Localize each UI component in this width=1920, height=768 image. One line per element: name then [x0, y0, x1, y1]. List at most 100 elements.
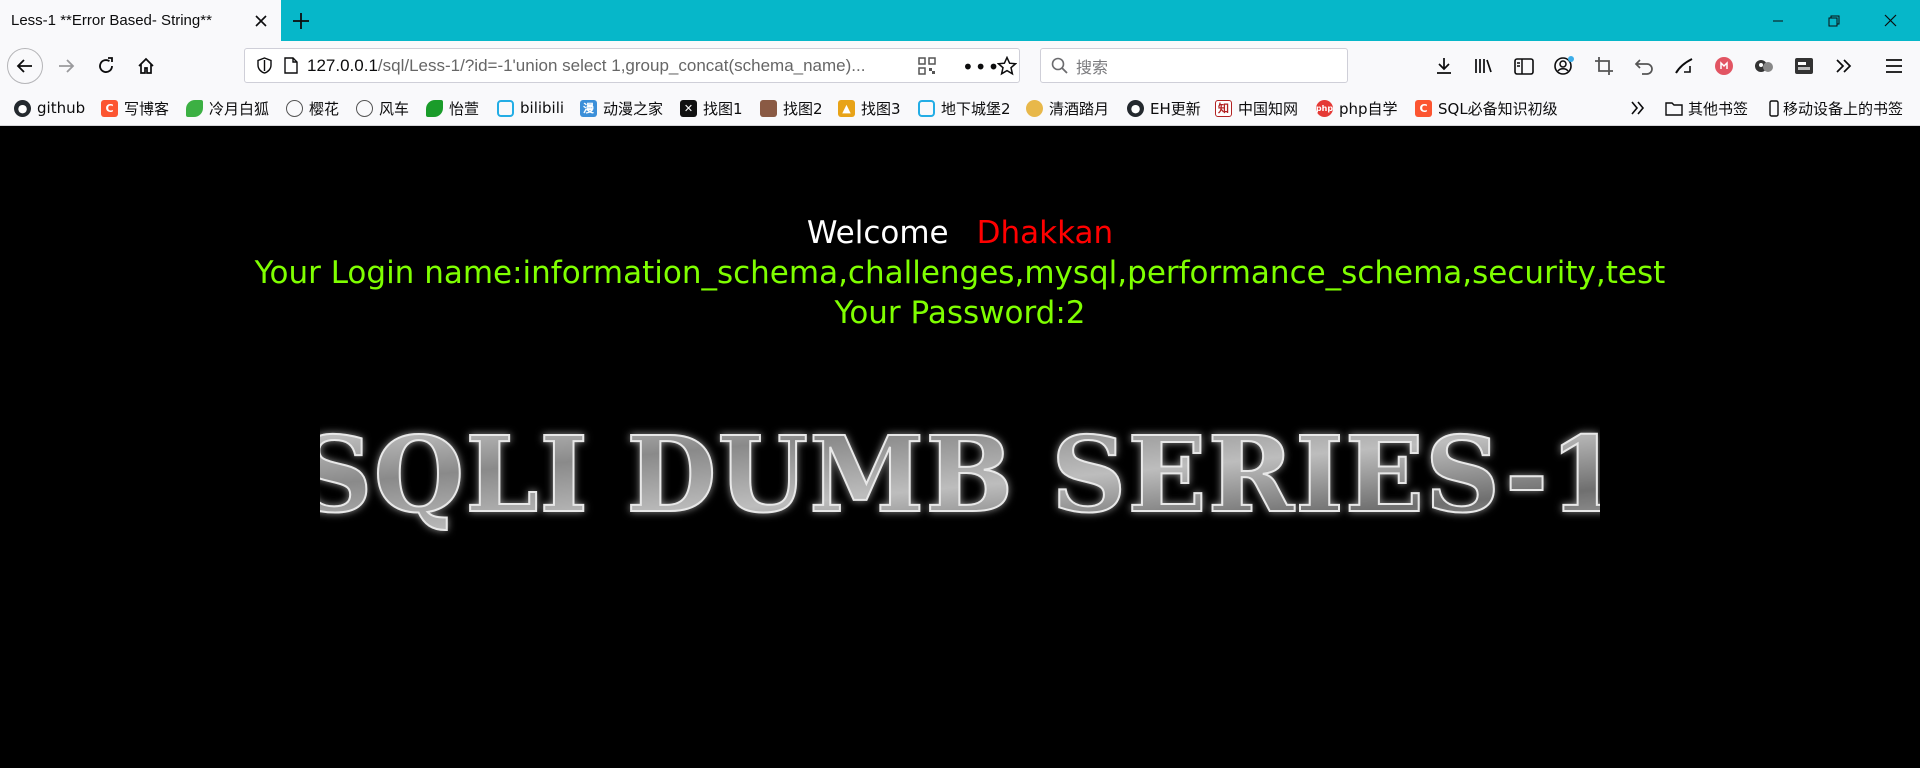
overflow-chevron-icon[interactable] — [1830, 52, 1858, 80]
stop-extension-icon[interactable] — [1710, 52, 1738, 80]
leaf-icon — [426, 99, 443, 117]
bookmarks-toolbar: ● github C 写博客 冷月白狐 樱花 风车 怡萱 bilibili 漫 … — [0, 90, 1920, 126]
bookmark-php[interactable]: php php自学 — [1316, 96, 1398, 120]
bookmark-label: 找图3 — [861, 99, 901, 118]
bookmark-label: 移动设备上的书签 — [1783, 99, 1904, 118]
password-text: Your Password:2 — [834, 295, 1086, 331]
welcome-text: Welcome — [806, 215, 949, 251]
bookmark-label: 找图2 — [783, 99, 823, 118]
close-window-icon[interactable] — [1862, 0, 1918, 41]
bookmark-label: 樱花 — [309, 99, 340, 118]
forward-button[interactable] — [48, 48, 84, 84]
mobile-bookmarks[interactable]: 移动设备上的书签 — [1769, 96, 1903, 120]
menu-icon[interactable] — [1880, 52, 1908, 80]
bookmark-star-icon[interactable] — [996, 55, 1018, 80]
bookmark-sql[interactable]: C SQL必备知识初级 — [1415, 96, 1558, 120]
search-icon — [1051, 57, 1068, 74]
bookmark-label: php自学 — [1339, 99, 1398, 118]
bookmark-label: SQL必备知识初级 — [1438, 99, 1558, 118]
url-host: 127.0.0.1 — [307, 55, 378, 75]
bookmark-zhaotu1[interactable]: ✕ 找图1 — [680, 96, 743, 120]
page-info-icon[interactable] — [279, 57, 303, 74]
new-tab-button[interactable] — [284, 4, 318, 38]
bookmark-eh[interactable]: ● EH更新 — [1127, 96, 1201, 120]
bookmark-label: EH更新 — [1150, 99, 1201, 118]
bookmark-label: 冷月白狐 — [209, 99, 270, 118]
extension-icon[interactable] — [1670, 52, 1698, 80]
bookmark-zhaotu3[interactable]: ▲ 找图3 — [838, 96, 901, 120]
screenshot-extension-icon[interactable] — [1790, 52, 1818, 80]
back-button[interactable] — [7, 48, 43, 84]
bookmark-zhaotu2[interactable]: 找图2 — [760, 96, 823, 120]
home-button[interactable] — [128, 48, 164, 84]
bookmark-cnki[interactable]: 知 中国知网 — [1215, 96, 1298, 120]
url-path: /sql/Less-1/?id=-1'union select 1,group_… — [377, 55, 866, 75]
forward-arrow-icon — [59, 59, 75, 73]
x-icon: ✕ — [680, 99, 697, 117]
dmzj-icon: 漫 — [580, 99, 597, 117]
url-text[interactable]: 127.0.0.1/sql/Less-1/?id=-1'union select… — [307, 56, 907, 76]
shield-icon[interactable] — [249, 57, 279, 74]
bilibili-icon — [497, 99, 514, 117]
panda-extension-icon[interactable] — [1750, 52, 1778, 80]
bookmark-label: 写博客 — [124, 99, 170, 118]
qr-code-icon[interactable] — [918, 57, 936, 79]
downloads-icon[interactable] — [1430, 52, 1458, 80]
chevron-double-icon — [1631, 101, 1645, 115]
user-name: Dhakkan — [976, 215, 1114, 251]
banner-text: SQLI DUMB SERIES-1 — [320, 413, 1600, 536]
bookmark-qingjiu[interactable]: 清酒踏月 — [1026, 96, 1109, 120]
bookmark-label: 地下城堡2 — [941, 99, 1011, 118]
active-tab[interactable]: Less-1 **Error Based- String** — [0, 0, 281, 41]
csdn-icon: C — [1415, 99, 1432, 117]
bookmark-fengche[interactable]: 风车 — [356, 96, 409, 120]
bookmark-yinghua[interactable]: 樱花 — [286, 96, 339, 120]
back-arrow-icon — [16, 59, 32, 73]
bookmark-label: 风车 — [379, 99, 410, 118]
welcome-line: Welcome Dhakkan — [0, 215, 1920, 251]
search-placeholder: 搜索 — [1076, 57, 1109, 77]
search-bar[interactable]: 搜索 — [1040, 48, 1348, 83]
mobile-icon — [1769, 99, 1779, 117]
leaf-icon — [186, 99, 203, 117]
crop-icon[interactable] — [1590, 52, 1618, 80]
folder-icon — [1665, 101, 1683, 116]
bookmarks-overflow[interactable] — [1630, 96, 1646, 120]
csdn-icon: C — [101, 99, 118, 117]
bookmark-label: bilibili — [520, 99, 565, 117]
image-icon: ▲ — [838, 99, 855, 117]
bookmark-label: 其他书签 — [1688, 99, 1749, 118]
bookmark-label: 清酒踏月 — [1049, 99, 1110, 118]
minimize-icon[interactable] — [1750, 0, 1806, 41]
sidebar-icon[interactable] — [1510, 52, 1538, 80]
login-name-text: Your Login name:information_schema,chall… — [254, 255, 1666, 291]
bookmark-write-blog[interactable]: C 写博客 — [101, 96, 169, 120]
bookmark-label: github — [37, 99, 86, 117]
avatar-icon — [760, 99, 777, 117]
more-actions-icon[interactable]: ••• — [962, 55, 1000, 79]
restore-icon[interactable] — [1806, 0, 1862, 41]
bookmark-dixia[interactable]: 地下城堡2 — [918, 96, 1011, 120]
bookmark-github[interactable]: ● github — [14, 96, 85, 120]
library-icon[interactable] — [1470, 52, 1498, 80]
undo-icon[interactable] — [1630, 52, 1658, 80]
cnki-icon: 知 — [1215, 99, 1232, 117]
tab-strip: Less-1 **Error Based- String** — [0, 0, 1920, 41]
close-tab-icon[interactable] — [247, 7, 275, 35]
reload-button[interactable] — [88, 48, 124, 84]
navigation-toolbar: 127.0.0.1/sql/Less-1/?id=-1'union select… — [0, 41, 1920, 90]
bookmark-label: 怡萱 — [449, 99, 480, 118]
github-icon: ● — [1127, 99, 1144, 117]
globe-icon — [286, 99, 303, 117]
page-content: Welcome Dhakkan Your Login name:informati… — [0, 127, 1920, 768]
address-bar[interactable]: 127.0.0.1/sql/Less-1/?id=-1'union select… — [244, 48, 1020, 83]
bookmark-bilibili[interactable]: bilibili — [497, 96, 564, 120]
bookmark-dmzj[interactable]: 漫 动漫之家 — [580, 96, 663, 120]
account-icon[interactable] — [1550, 52, 1578, 80]
bookmark-label: 中国知网 — [1238, 99, 1299, 118]
other-bookmarks[interactable]: 其他书签 — [1665, 96, 1748, 120]
bilibili-icon — [918, 99, 935, 117]
github-icon: ● — [14, 99, 31, 117]
bookmark-lengyue[interactable]: 冷月白狐 — [186, 96, 269, 120]
bookmark-yixuan[interactable]: 怡萱 — [426, 96, 479, 120]
